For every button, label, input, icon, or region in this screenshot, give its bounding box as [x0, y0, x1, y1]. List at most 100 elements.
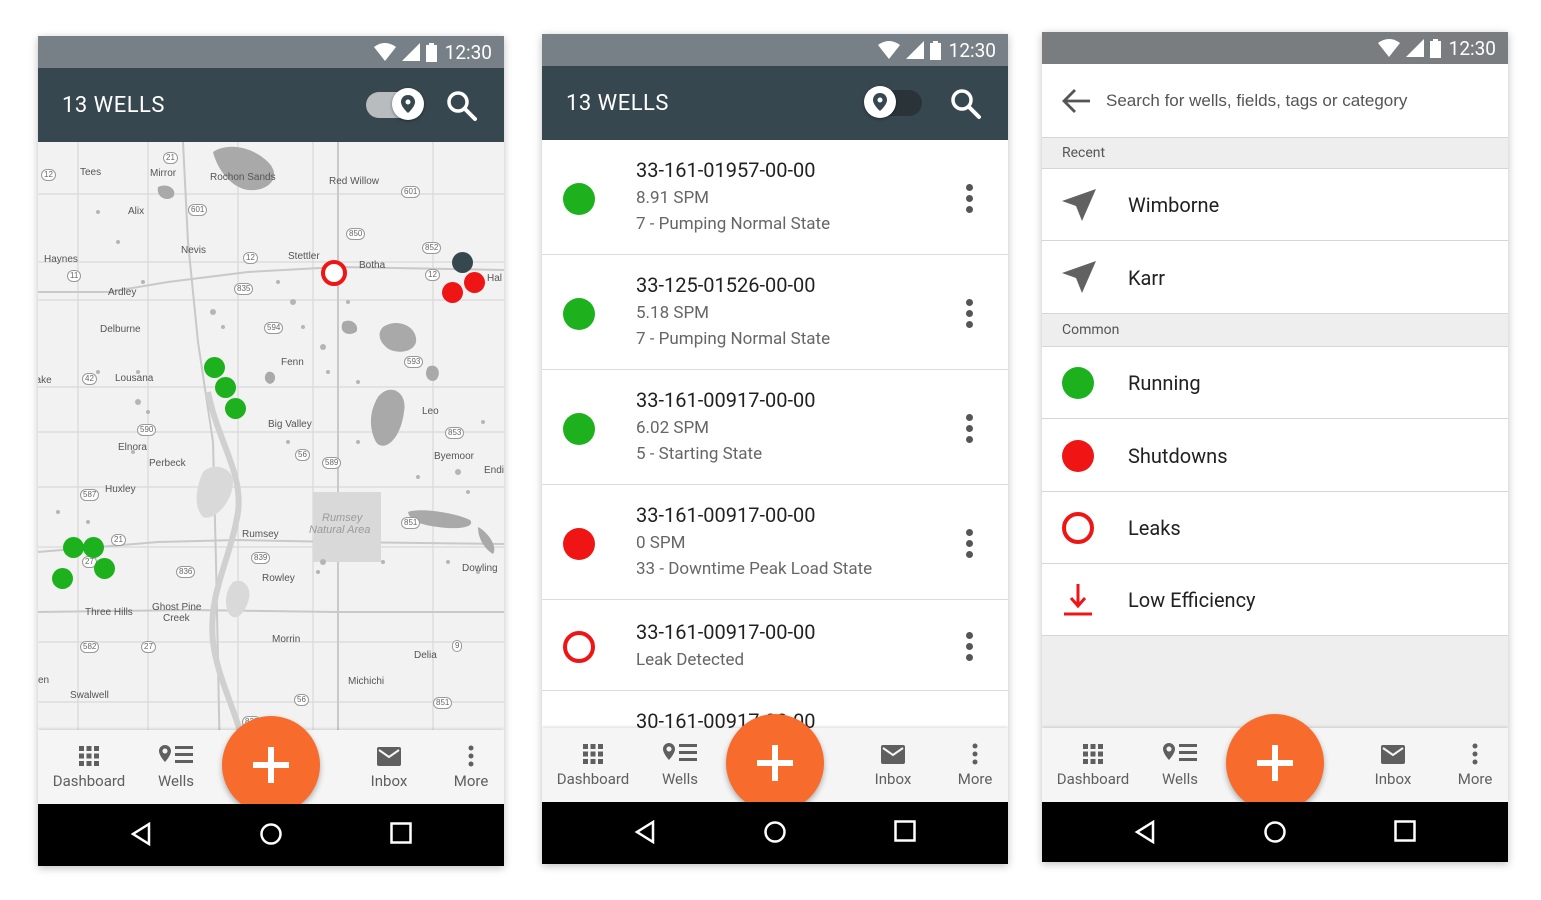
map-label: Alix [128, 206, 145, 217]
search-button[interactable] [446, 90, 478, 122]
road-sign: 582 [80, 641, 100, 653]
search-button[interactable] [950, 88, 982, 120]
more-vertical-icon[interactable] [966, 184, 974, 213]
add-button[interactable] [1226, 714, 1324, 812]
recent-item-karr[interactable]: Karr [1042, 241, 1508, 314]
leak-ring-icon [1062, 512, 1094, 544]
nav-inbox[interactable]: Inbox [868, 742, 918, 788]
map-label: Hal [487, 273, 503, 284]
home-circle-icon[interactable] [763, 820, 787, 844]
recents-square-icon[interactable] [390, 822, 412, 844]
map-label: Fenn [281, 357, 304, 368]
more-vertical-icon[interactable] [966, 632, 974, 661]
section-label: Common [1062, 322, 1120, 338]
well-code: 33-125-01526-00-00 [636, 273, 816, 297]
phone-map-view: 12:30 13 WELLS Tees Mirror Rochon Sands … [38, 36, 504, 866]
recents-square-icon[interactable] [894, 820, 916, 842]
back-triangle-icon[interactable] [634, 820, 656, 844]
back-triangle-icon[interactable] [130, 822, 152, 846]
nav-wells[interactable]: Wells [153, 744, 199, 790]
running-dot-icon [1062, 367, 1094, 399]
status-dot-running [563, 298, 595, 330]
wells-map[interactable]: Tees Mirror Rochon Sands Red Willow Alix… [38, 142, 504, 762]
back-triangle-icon[interactable] [1134, 820, 1156, 844]
home-circle-icon[interactable] [1263, 820, 1287, 844]
add-button[interactable] [222, 716, 320, 814]
add-button[interactable] [726, 714, 824, 812]
search-icon [951, 89, 981, 119]
map-label: Dowling [462, 563, 498, 574]
common-label: Leaks [1128, 516, 1181, 540]
map-list-toggle[interactable] [366, 88, 424, 120]
nav-more[interactable]: More [1452, 742, 1498, 788]
nav-inbox[interactable]: Inbox [1368, 742, 1418, 788]
status-dot-running [563, 413, 595, 445]
home-circle-icon[interactable] [259, 822, 283, 846]
road-sign: 852 [422, 242, 442, 254]
nav-dashboard[interactable]: Dashboard [1055, 742, 1131, 788]
road-sign: 593 [404, 356, 424, 368]
nav-more[interactable]: More [952, 742, 998, 788]
well-state: 5 - Starting State [636, 444, 763, 464]
battery-icon [929, 40, 941, 60]
more-vertical-icon[interactable] [966, 529, 974, 558]
nav-label: Inbox [874, 770, 912, 788]
well-marker-running[interactable] [63, 537, 84, 558]
nav-dashboard[interactable]: Dashboard [51, 744, 127, 790]
well-marker-idle[interactable] [452, 252, 473, 273]
nav-more[interactable]: More [448, 744, 494, 790]
pin-list-icon [159, 745, 193, 763]
recents-square-icon[interactable] [1394, 820, 1416, 842]
more-vertical-icon [1472, 743, 1478, 765]
map-label: Ardley [108, 287, 137, 298]
system-nav-bar [1042, 802, 1508, 862]
back-arrow-icon[interactable] [1062, 88, 1090, 114]
common-item-running[interactable]: Running [1042, 347, 1508, 419]
nav-inbox[interactable]: Inbox [364, 744, 414, 790]
well-marker-running[interactable] [94, 558, 115, 579]
well-marker-leak[interactable] [321, 260, 347, 286]
road-sign: 21 [111, 534, 126, 546]
common-item-leaks[interactable]: Leaks [1042, 492, 1508, 564]
well-marker-running[interactable] [52, 568, 73, 589]
well-marker-running[interactable] [225, 398, 246, 419]
well-marker-running[interactable] [215, 377, 236, 398]
common-label: Running [1128, 371, 1201, 395]
nav-dashboard[interactable]: Dashboard [555, 742, 631, 788]
recent-item-wimborne[interactable]: Wimborne [1042, 169, 1508, 241]
nav-label: More [1457, 770, 1493, 788]
well-marker-shutdown[interactable] [464, 272, 485, 293]
navigation-arrow-icon [1062, 261, 1096, 293]
map-label: en [38, 675, 50, 686]
app-bar: 13 WELLS [542, 66, 1008, 140]
nav-label: Inbox [370, 772, 408, 790]
grid-icon [79, 746, 99, 766]
nav-label: More [957, 770, 993, 788]
more-vertical-icon[interactable] [966, 299, 974, 328]
bottom-nav: Dashboard Wells Inbox More [1042, 714, 1508, 812]
map-list-toggle[interactable] [864, 86, 922, 118]
well-row[interactable]: 33-161-00917-00-00 Leak Detected [542, 600, 1008, 691]
nav-wells[interactable]: Wells [657, 742, 703, 788]
well-marker-running[interactable] [204, 357, 225, 378]
common-item-shutdowns[interactable]: Shutdowns [1042, 419, 1508, 492]
well-code: 33-161-00917-00-00 [636, 388, 816, 412]
common-item-low-efficiency[interactable]: Low Efficiency [1042, 564, 1508, 636]
search-input[interactable] [1106, 86, 1486, 116]
well-marker-shutdown[interactable] [442, 282, 463, 303]
recent-label: Wimborne [1128, 193, 1220, 217]
road-sign: 11 [67, 270, 82, 282]
well-row[interactable]: 33-161-01957-00-00 8.91 SPM 7 - Pumping … [542, 140, 1008, 255]
wifi-icon [373, 43, 396, 61]
road-sign: 853 [445, 427, 465, 439]
more-vertical-icon[interactable] [966, 414, 974, 443]
nav-wells[interactable]: Wells [1157, 742, 1203, 788]
well-row[interactable]: 33-161-00917-00-00 6.02 SPM 5 - Starting… [542, 370, 1008, 485]
search-icon [447, 91, 477, 121]
section-label: Recent [1062, 145, 1106, 161]
well-marker-running[interactable] [83, 537, 104, 558]
well-row[interactable]: 33-125-01526-00-00 5.18 SPM 7 - Pumping … [542, 255, 1008, 370]
plus-icon [757, 745, 793, 781]
well-row[interactable]: 33-161-00917-00-00 0 SPM 33 - Downtime P… [542, 485, 1008, 600]
road-sign: 12 [41, 169, 56, 181]
